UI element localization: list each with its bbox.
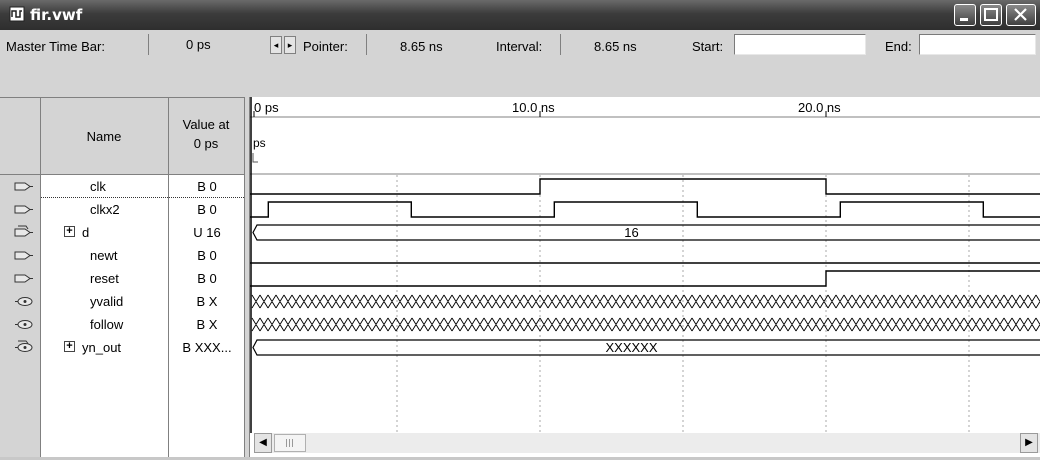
signal-name: clkx2 [90,202,120,217]
scroll-left-button[interactable]: ◀ [254,433,272,453]
signal-name: d [82,225,90,240]
signal-value: B XXX... [182,340,232,355]
input-pin-icon [14,274,33,283]
reset-waveform [250,270,1040,287]
yvalid-waveform [251,294,1040,309]
signal-value: B 0 [197,248,217,263]
signal-list: clk B 0 clkx2 B 0 + d U 16 newt B 0 reset B 0 yvali… [0,175,246,457]
signal-name: reset [90,271,119,286]
signal-table-header: Name Value at 0 ps [0,97,246,175]
input-pin-icon [14,225,33,237]
signal-row-reset[interactable]: reset B 0 [0,267,246,290]
signal-value: B 0 [197,271,217,286]
signal-name: follow [90,317,124,332]
plus-box-icon[interactable]: + [64,341,75,352]
signal-name: newt [90,248,118,263]
minimize-button[interactable] [954,4,976,26]
plus-box-icon[interactable]: + [64,226,75,237]
end-label: End: [885,39,912,54]
output-pin-icon [15,297,33,306]
time-tick-label: 0 ps [254,100,279,115]
pointer-label: Pointer: [303,39,348,54]
output-pin-icon [15,340,33,352]
minimize-icon [960,18,968,21]
input-pin-icon [14,205,33,214]
start-field[interactable] [734,34,866,55]
signal-name: clk [90,179,106,194]
value-column-header-line2: 0 ps [193,136,219,151]
signal-row-clk[interactable]: clk B 0 [0,175,246,198]
time-tick-label: 10.0 ns [512,100,555,115]
master-time-bar-field[interactable]: 0 ps [148,34,244,55]
close-icon [1014,8,1027,21]
close-button[interactable] [1006,4,1036,26]
title-bar[interactable]: fir.vwf [0,0,1040,30]
value-column-header-line1: Value at [182,117,230,132]
signal-value: U 16 [193,225,221,240]
end-field[interactable] [919,34,1036,55]
time-tick-label: 20.0 ns [798,100,841,115]
signal-value: B X [196,317,218,332]
name-column-header[interactable]: Name [40,129,168,144]
maximize-icon [984,8,998,21]
input-pin-icon [14,182,33,191]
scroll-right-button[interactable]: ▶ [1020,433,1038,453]
master-time-bar-value: 0 ps [186,37,211,52]
interval-label: Interval: [496,39,543,54]
input-pin-icon [14,251,33,260]
signal-row-clkx2[interactable]: clkx2 B 0 [0,198,246,221]
signal-name: yvalid [90,294,124,309]
maximize-button[interactable] [980,4,1002,26]
follow-waveform [251,317,1040,332]
clk-waveform [250,178,1040,195]
signal-value: B 0 [197,202,217,217]
pointer-value[interactable]: 8.65 ns [400,39,443,54]
waveform-area[interactable]: 0 ps 10.0 ns 20.0 ns ps 16 XXXXXX [250,97,1040,457]
signal-row-follow[interactable]: follow B X [0,313,246,336]
start-label: Start: [692,39,724,54]
master-time-bar-marker [252,153,258,163]
master-time-bar-label: Master Time Bar: [6,39,105,54]
master-time-bar-cursor-label: ps [253,136,266,150]
signal-row-d[interactable]: + d U 16 [0,221,246,244]
window-title: fir.vwf [30,6,83,24]
horizontal-scrollbar[interactable]: ◀ ▶ [254,433,1040,453]
signal-row-yvalid[interactable]: yvalid B X [0,290,246,313]
time-toolbar: Master Time Bar: 0 ps ◂ ▸ Pointer: 8.65 … [0,30,1040,63]
waveform-file-icon [9,6,25,22]
d-bus-waveform-label: 16 [624,225,638,240]
pointer-right-button[interactable]: ▸ [284,36,296,54]
pointer-left-button[interactable]: ◂ [270,36,282,54]
signal-name: yn_out [82,340,122,355]
output-pin-icon [15,320,33,329]
scroll-thumb[interactable] [274,434,306,452]
signal-value: B X [196,294,218,309]
clkx2-waveform [250,201,1040,218]
waveform-window: fir.vwf Master Time Bar: 0 ps ◂ ▸ Pointe… [0,0,1040,457]
signal-row-newt[interactable]: newt B 0 [0,244,246,267]
yn-out-bus-waveform-label: XXXXXX [606,340,658,355]
signal-value: B 0 [197,179,217,194]
waveform-canvas[interactable]: 0 ps 10.0 ns 20.0 ns ps 16 XXXXXX [250,97,1040,457]
signal-row-yn_out[interactable]: + yn_out B XXX... [0,336,246,359]
interval-value: 8.65 ns [594,39,637,54]
d-bus-waveform [252,224,1040,241]
